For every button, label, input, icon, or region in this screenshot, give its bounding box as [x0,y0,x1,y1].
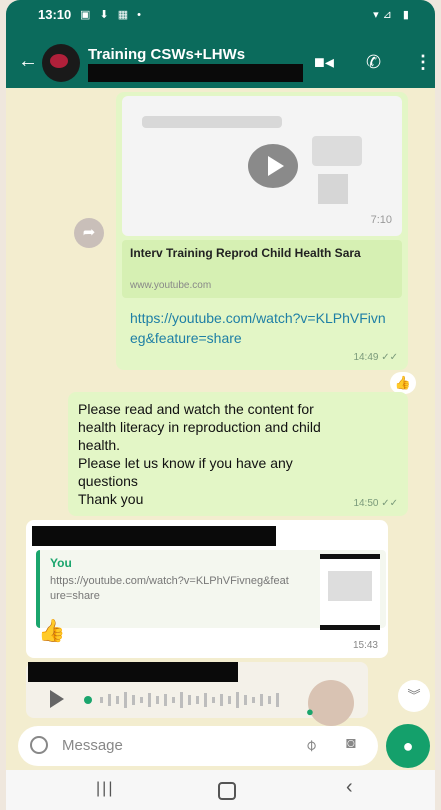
message-input-bar[interactable]: Message ⌀ ◙ [18,726,378,766]
thumbnail-blur [142,116,282,128]
link-title: Interv Training Reprod Child Health Sara [130,246,361,260]
forward-icon[interactable]: ➦ [74,218,104,248]
status-bar: 13:10 ▣ ⬇ ▦ • ▾⊿ ▮ [6,0,435,30]
thumbnail-blur [318,174,348,204]
waveform[interactable] [98,690,288,710]
play-icon[interactable] [50,690,64,708]
message-line: health literacy in reproduction and chil… [78,419,321,435]
group-avatar[interactable] [42,44,80,82]
home-icon[interactable] [218,782,236,800]
video-thumbnail[interactable]: 7:10 [122,96,402,236]
thumbnail-blur [312,136,362,166]
outgoing-text-message[interactable]: Please read and watch the content for he… [68,392,408,516]
recents-icon[interactable]: ||| [96,780,114,798]
redacted-block [28,662,238,682]
sender-avatar [308,680,354,726]
redacted-block [88,64,303,82]
playback-position-dot[interactable] [84,696,92,704]
phone-screen: 13:10 ▣ ⬇ ▦ • ▾⊿ ▮ ← Training CSWs+LHWs … [6,0,435,810]
thumbnail-image [328,571,372,601]
message-line: Please let us know if you have any [78,455,293,471]
play-icon[interactable] [248,144,298,188]
chat-title[interactable]: Training CSWs+LHWs [88,46,245,63]
message-input[interactable]: Message [62,737,123,754]
reaction-badge[interactable]: 👍 [390,372,416,394]
message-timestamp: 15:43 [352,640,378,651]
status-time: 13:10 [38,7,72,22]
phone-icon[interactable]: ✆ [366,52,381,73]
message-link[interactable]: https://youtube.com/watch?v=KLPhVFivneg&… [130,308,390,348]
chat-header: 13:10 ▣ ⬇ ▦ • ▾⊿ ▮ ← Training CSWs+LHWs … [6,0,435,88]
emoji-icon[interactable] [30,736,48,754]
outgoing-link-message[interactable]: 7:10 Interv Training Reprod Child Health… [116,92,408,370]
quote-thumbnail [320,554,380,630]
thumbs-up-emoji: 👍 [38,618,66,643]
video-duration: 7:10 [370,214,392,226]
android-nav-bar: ||| ‹ [6,770,435,810]
quote-text: https://youtube.com/watch?v=KLPhVFivneg&… [50,575,289,602]
incoming-voice-message[interactable]: ● [26,662,368,726]
signal-battery-icons: ▾⊿ ▮ [373,9,413,21]
notification-icons: ▣ ⬇ ▦ • [80,9,145,21]
back-arrow-icon[interactable]: ← [18,50,38,73]
back-icon[interactable]: ‹ [346,776,353,799]
more-vert-icon[interactable]: ⋮ [414,52,432,73]
link-domain: www.youtube.com [130,280,212,291]
message-line: questions [78,473,138,489]
quoted-message[interactable]: You https://youtube.com/watch?v=KLPhVFiv… [36,550,386,630]
message-timestamp: 14:49 ✓✓ [353,352,398,363]
message-line: Please read and watch the content for [78,401,314,417]
scroll-down-icon[interactable]: ︾ [398,680,430,712]
videocam-icon[interactable]: ■◂ [314,52,334,73]
quote-author: You [50,556,72,570]
message-text: Please read and watch the content for he… [78,400,402,508]
attach-icon[interactable]: ⌀ [300,735,321,756]
message-timestamp: 14:50 ✓✓ [353,498,398,509]
redacted-block [32,526,276,546]
message-line: health. [78,437,121,453]
incoming-reply-message[interactable]: You https://youtube.com/watch?v=KLPhVFiv… [26,520,388,658]
mic-icon: ● [306,704,314,719]
mic-button[interactable]: ● [386,724,430,768]
link-preview-card[interactable]: Interv Training Reprod Child Health Sara… [122,240,402,298]
camera-icon[interactable]: ◙ [346,735,356,753]
